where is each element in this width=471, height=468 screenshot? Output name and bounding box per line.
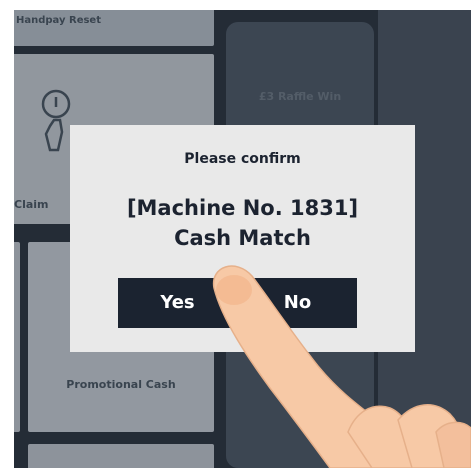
dialog-title: Please confirm (184, 151, 301, 167)
yes-button[interactable]: Yes (118, 278, 237, 328)
dialog-message: [Machine No. 1831] Cash Match (70, 193, 415, 253)
dialog-message-machine: [Machine No. 1831] (126, 196, 359, 220)
dialog-message-action: Cash Match (174, 226, 311, 250)
confirm-dialog: Please confirm [Machine No. 1831] Cash M… (70, 125, 415, 352)
no-button[interactable]: No (238, 278, 357, 328)
